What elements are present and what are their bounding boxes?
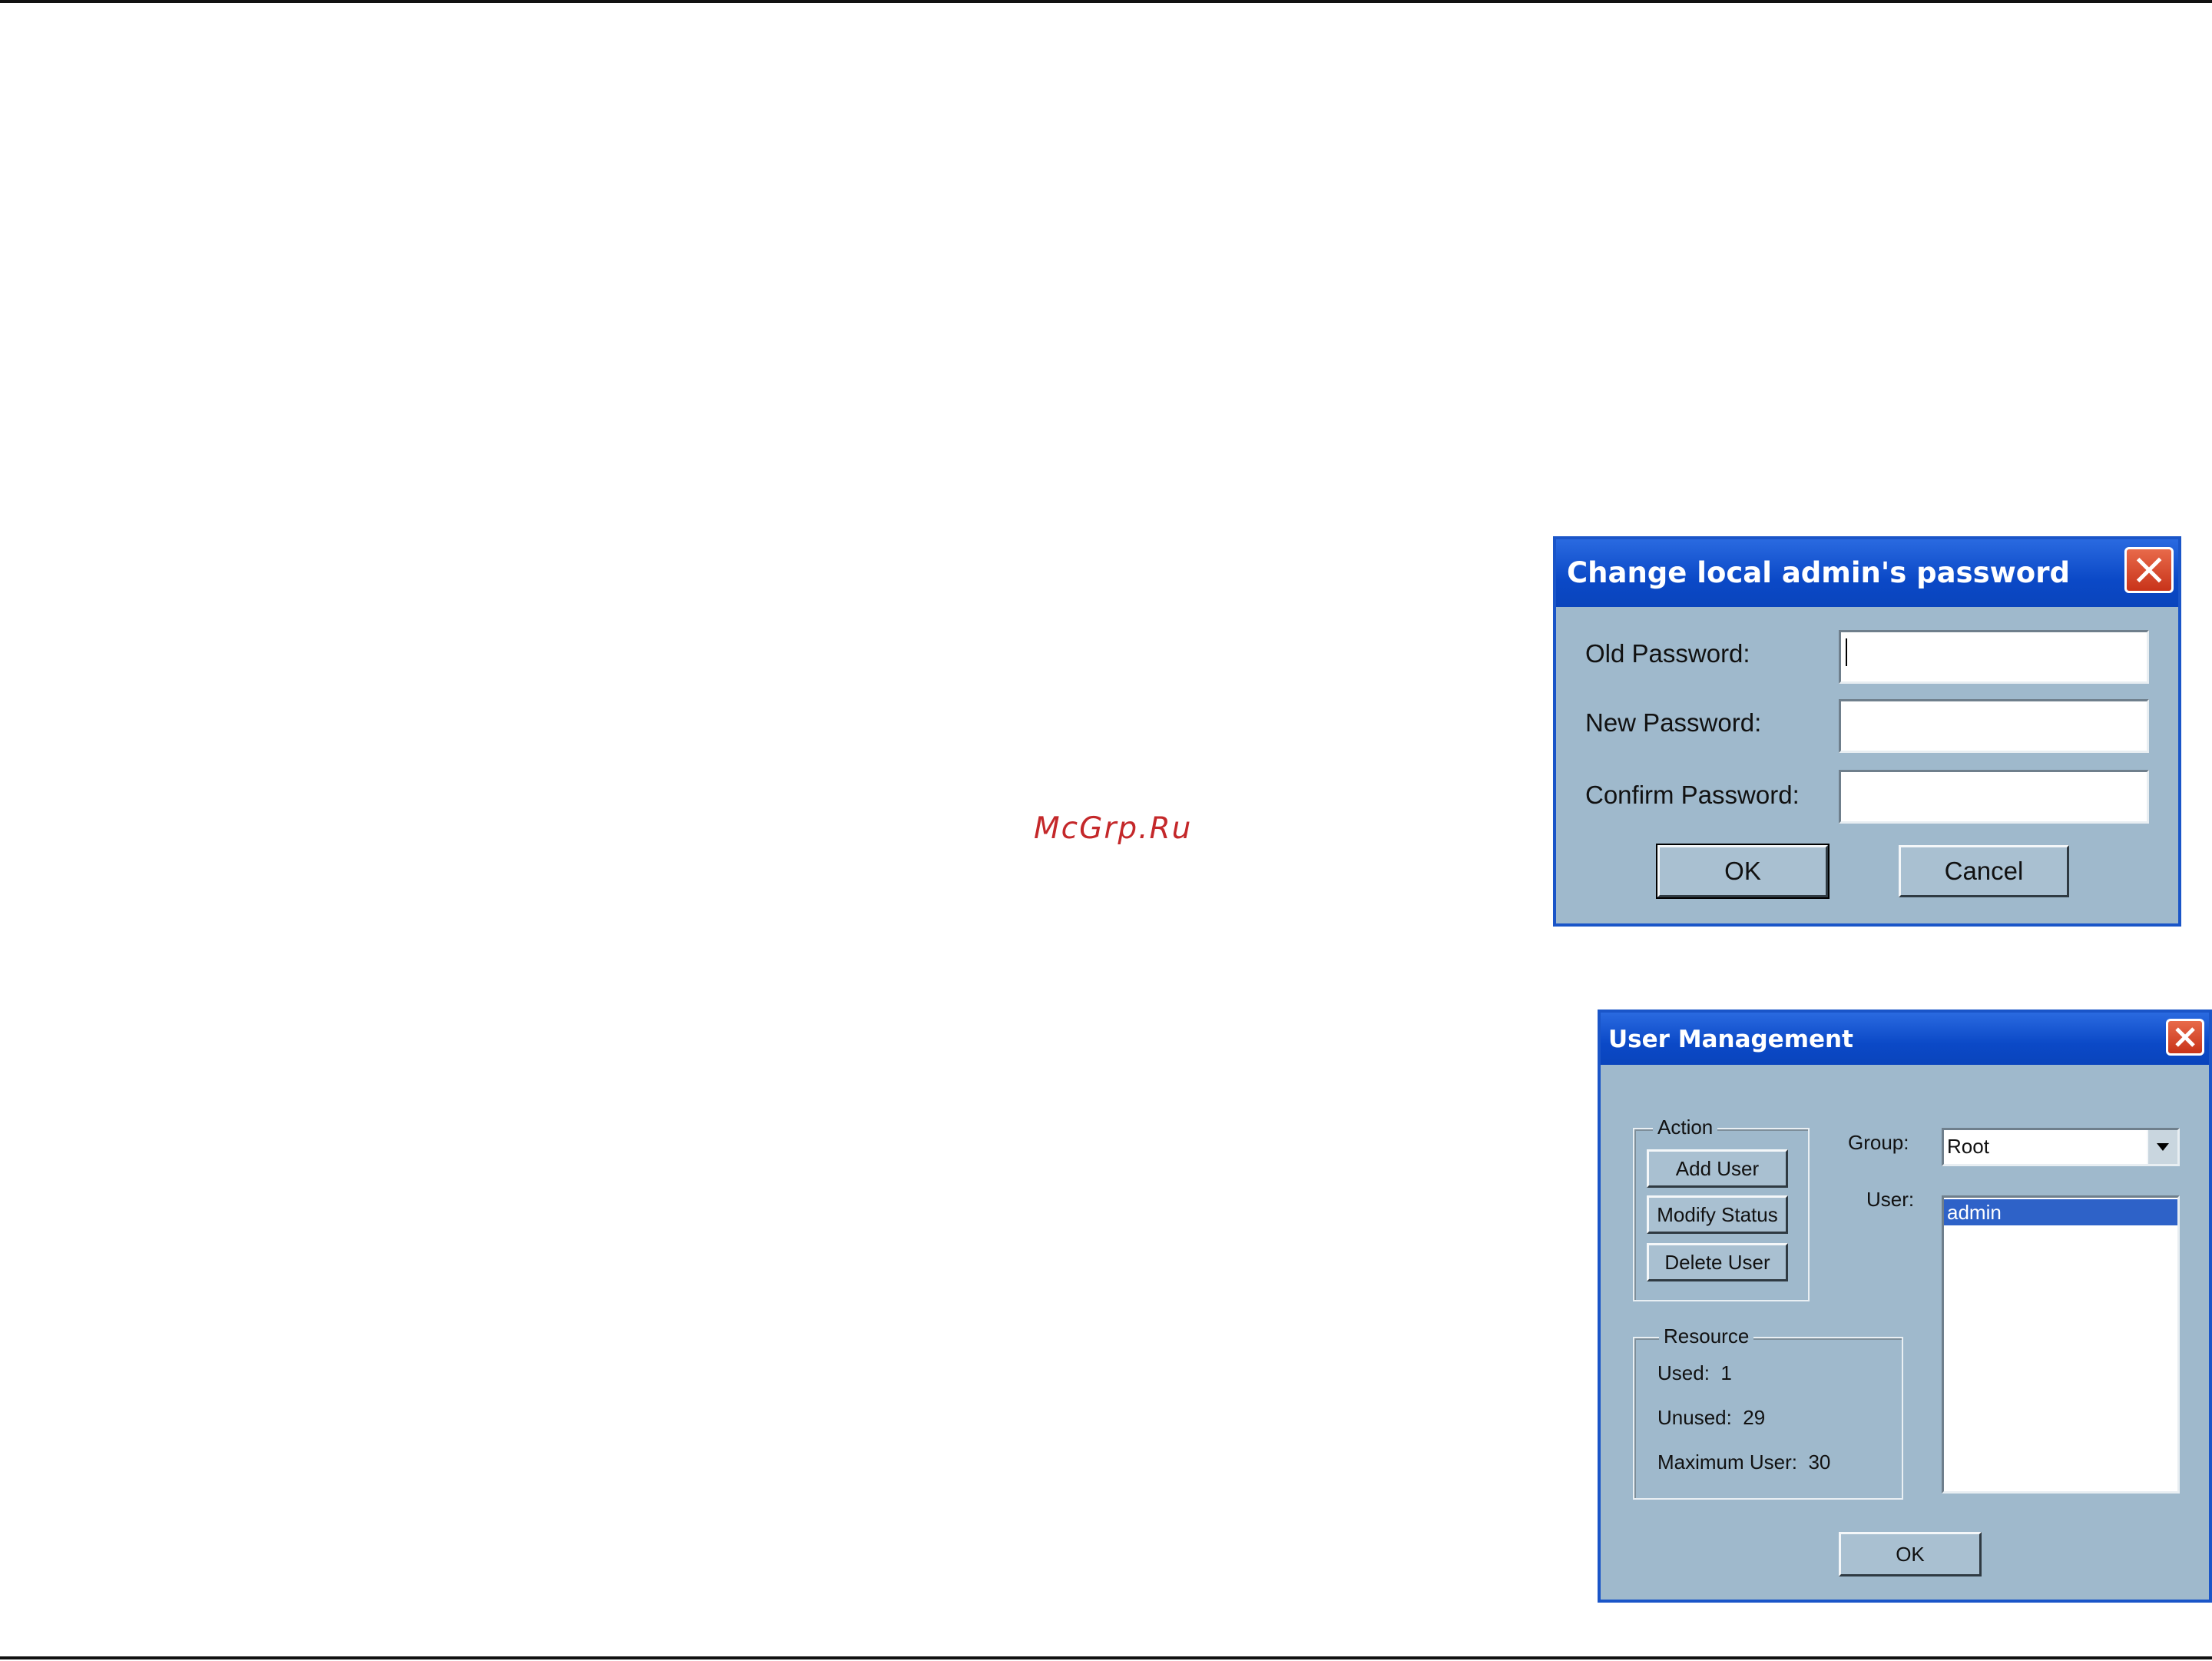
dropdown-button[interactable] bbox=[2147, 1130, 2177, 1164]
ok-button[interactable]: OK bbox=[1839, 1532, 1982, 1576]
user-management-dialog: User Management Action Add User Modify S… bbox=[1598, 1010, 2212, 1603]
ok-button[interactable]: OK bbox=[1656, 844, 1830, 899]
list-item[interactable]: admin bbox=[1944, 1199, 2177, 1225]
password-dialog-title: Change local admin's password bbox=[1567, 556, 2070, 589]
confirm-password-label: Confirm Password: bbox=[1585, 781, 1800, 809]
user-list[interactable]: admin bbox=[1942, 1195, 2180, 1494]
modify-status-button[interactable]: Modify Status bbox=[1647, 1195, 1788, 1234]
unused-label: Unused: 29 bbox=[1657, 1406, 1766, 1429]
cancel-button[interactable]: Cancel bbox=[1899, 845, 2069, 897]
group-select-value: Root bbox=[1947, 1135, 1989, 1158]
maximum-user-label: Maximum User: 30 bbox=[1657, 1450, 1831, 1474]
user-dialog-title: User Management bbox=[1608, 1026, 1853, 1053]
used-label: Used: 1 bbox=[1657, 1361, 1732, 1384]
user-dialog-titlebar[interactable]: User Management bbox=[1601, 1013, 2209, 1065]
close-icon[interactable] bbox=[2124, 547, 2174, 593]
maximum-user-value: 30 bbox=[1808, 1450, 1831, 1474]
watermark: McGrp.Ru bbox=[1034, 811, 1193, 846]
used-value: 1 bbox=[1720, 1361, 1732, 1384]
new-password-field[interactable] bbox=[1839, 699, 2149, 753]
confirm-password-field[interactable] bbox=[1839, 770, 2149, 824]
new-password-label: New Password: bbox=[1585, 708, 1762, 737]
password-dialog-titlebar[interactable]: Change local admin's password bbox=[1556, 539, 2178, 607]
list-item-label: admin bbox=[1947, 1201, 2002, 1224]
group-label: Group: bbox=[1848, 1131, 1909, 1154]
change-password-dialog: Change local admin's password Old Passwo… bbox=[1553, 536, 2181, 927]
action-group-title: Action bbox=[1653, 1116, 1718, 1139]
old-password-field[interactable] bbox=[1839, 630, 2149, 684]
group-select[interactable]: Root bbox=[1942, 1128, 2180, 1166]
bottom-rule bbox=[0, 1656, 2212, 1659]
top-rule bbox=[0, 0, 2212, 3]
delete-user-button[interactable]: Delete User bbox=[1647, 1243, 1788, 1281]
user-label: User: bbox=[1866, 1188, 1915, 1211]
add-user-button[interactable]: Add User bbox=[1647, 1149, 1788, 1188]
old-password-label: Old Password: bbox=[1585, 639, 1750, 668]
unused-value: 29 bbox=[1743, 1406, 1766, 1429]
text-caret bbox=[1846, 638, 1847, 666]
resource-group-title: Resource bbox=[1659, 1324, 1754, 1348]
close-icon[interactable] bbox=[2166, 1019, 2204, 1056]
chevron-down-icon bbox=[2157, 1143, 2169, 1151]
